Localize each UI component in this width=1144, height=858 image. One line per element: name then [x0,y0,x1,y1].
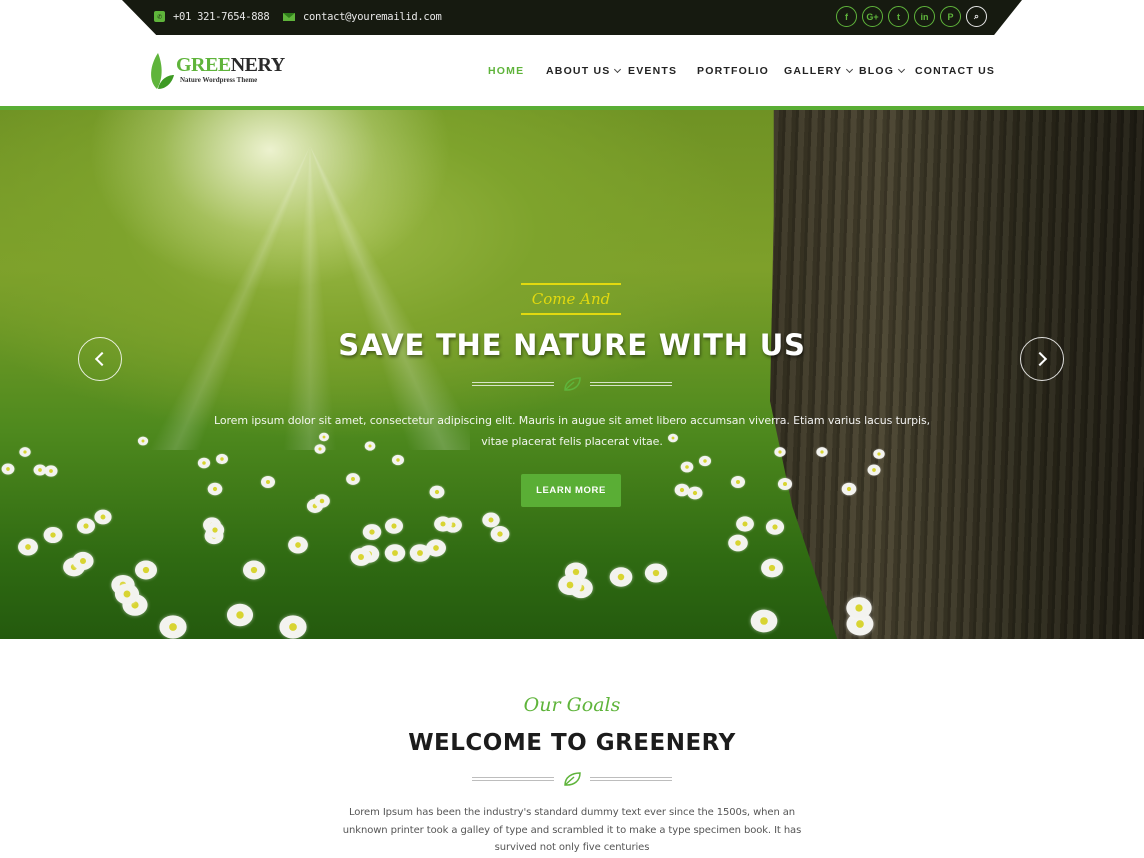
logo-title: GREENERY [176,54,285,76]
nav-blog[interactable]: BLOG [859,65,906,77]
flower-decoration [33,464,47,476]
google-plus-icon[interactable]: G+ [862,6,883,27]
flower-decoration [674,483,690,497]
contact-email: contact@youremailid.com [283,0,442,33]
slider-next-button[interactable] [1020,337,1064,381]
flower-decoration [313,493,330,508]
flower-decoration [260,476,275,489]
chevron-right-icon [1032,351,1048,367]
contact-phone: ✆ +01 321-7654-888 [154,0,270,33]
flower-decoration [18,538,39,556]
nav-portfolio[interactable]: PORTFOLIO [697,65,769,77]
hero-divider [0,376,1144,392]
section-divider [0,771,1144,787]
phone-icon: ✆ [154,11,165,22]
flower-decoration [680,461,694,473]
sun-rays [150,110,470,450]
social-links: f G+ t in P ⌕ [836,6,987,27]
flower-decoration [735,516,754,532]
flower-decoration [384,544,406,562]
flower-decoration [867,464,881,476]
flower-decoration [644,563,667,583]
section-kicker: Our Goals [523,694,621,716]
envelope-icon [283,12,295,21]
flower-decoration [43,526,63,543]
flower-decoration [346,473,361,485]
flower-decoration [434,516,453,532]
flower-decoration [135,560,158,580]
nav-events[interactable]: EVENTS [628,65,677,77]
flower-decoration [226,604,253,627]
leaf-logo-icon [151,53,174,89]
flower-decoration [730,475,745,488]
facebook-icon[interactable]: f [836,6,857,27]
section-description: Lorem Ipsum has been the industry's stan… [342,807,802,853]
flower-decoration [279,615,307,639]
flower-decoration [391,454,404,466]
logo-subtitle: Nature Wordpress Theme [180,76,258,84]
chevron-down-icon [898,65,906,74]
flower-decoration [846,596,872,619]
flower-decoration [287,536,308,554]
flower-decoration [429,485,445,499]
hero-slider [0,110,1144,639]
nav-contact-us[interactable]: CONTACT US [915,65,995,77]
flower-decoration [77,518,96,534]
section-title: WELCOME TO GREENERY [408,730,736,756]
flower-decoration [243,560,266,580]
email-address[interactable]: contact@youremailid.com [303,11,442,23]
flower-decoration [94,509,112,525]
flowers-image [0,430,900,639]
flower-decoration [72,551,94,570]
flower-decoration [409,544,431,563]
flower-decoration [205,522,224,539]
flower-decoration [1,463,15,475]
phone-number: +01 321-7654-888 [173,10,270,23]
site-logo[interactable]: GREENERY Nature Wordpress Theme [148,51,285,91]
leaf-icon [564,377,581,391]
nav-gallery[interactable]: GALLERY [784,65,854,77]
search-icon[interactable]: ⌕ [966,6,987,27]
flower-decoration [750,609,778,633]
hero-kicker-box: Come And [521,283,621,315]
flower-decoration [728,535,748,552]
twitter-icon[interactable]: t [888,6,909,27]
chevron-left-icon [94,351,110,367]
hero-kicker: Come And [531,290,611,308]
flower-decoration [207,482,223,496]
flower-decoration [609,567,633,588]
chevron-down-icon [614,65,622,74]
flower-decoration [482,512,500,528]
flower-decoration [761,558,784,578]
flower-decoration [19,447,32,458]
flower-decoration [362,523,382,540]
flower-decoration [491,526,510,543]
hero-title: SAVE THE NATURE WITH US [338,328,806,362]
flower-decoration [384,518,403,534]
slider-prev-button[interactable] [78,337,122,381]
flower-decoration [137,436,149,446]
flower-decoration [841,483,856,496]
learn-more-button[interactable]: LEARN MORE [521,474,621,507]
hero-description: Lorem ipsum dolor sit amet, consectetur … [214,414,930,448]
flower-decoration [350,547,371,566]
nav-home[interactable]: HOME [488,65,524,77]
flower-decoration [197,457,211,469]
site-header: GREENERY Nature Wordpress Theme HOME ABO… [0,35,1144,106]
nav-about-us[interactable]: ABOUT US [546,65,622,77]
flower-decoration [215,453,228,465]
chevron-down-icon [846,65,854,74]
flower-decoration [698,455,712,467]
flower-decoration [777,477,793,490]
flower-decoration [44,465,58,477]
flower-decoration [765,519,784,536]
pinterest-icon[interactable]: P [940,6,961,27]
linkedin-icon[interactable]: in [914,6,935,27]
leaf-icon [564,772,581,786]
flower-decoration [159,615,188,639]
